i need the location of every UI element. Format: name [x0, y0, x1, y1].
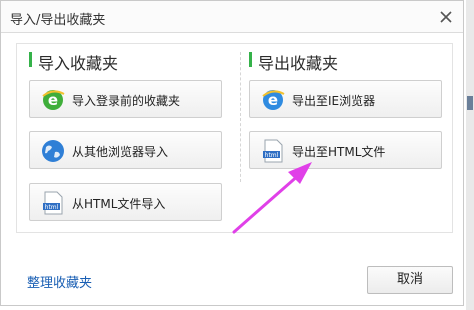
import-before-login-button[interactable]: e 导入登录前的收藏夹	[29, 80, 222, 118]
globe-icon	[42, 140, 64, 162]
section-divider	[240, 52, 241, 182]
import-html-button[interactable]: html 从HTML文件导入	[29, 183, 222, 221]
scrollbar-thumb	[467, 96, 473, 110]
import-other-browser-label: 从其他浏览器导入	[72, 145, 169, 159]
close-icon[interactable]	[437, 8, 455, 26]
manage-favorites-link[interactable]: 整理收藏夹	[27, 272, 92, 291]
favorites-import-export-dialog: 导入/导出收藏夹 导入收藏夹 e 导入登录前的收藏夹 从其他浏览器导入 html…	[0, 0, 464, 306]
html-file-icon: html	[43, 191, 63, 215]
content-panel: 导入收藏夹 e 导入登录前的收藏夹 从其他浏览器导入 html 从HTML文件导…	[16, 43, 453, 233]
svg-text:html: html	[45, 204, 59, 211]
cancel-button[interactable]: 取消	[367, 266, 453, 294]
svg-text:html: html	[265, 152, 279, 159]
import-other-browser-button[interactable]: 从其他浏览器导入	[29, 131, 222, 169]
ie-green-icon: e	[42, 90, 65, 110]
export-ie-label: 导出至IE浏览器	[292, 94, 376, 108]
title-bar: 导入/导出收藏夹	[1, 1, 463, 33]
export-section-title: 导出收藏夹	[249, 50, 338, 74]
html-file-icon: html	[263, 139, 283, 163]
export-html-button[interactable]: html 导出至HTML文件	[249, 131, 442, 169]
background-scrollbar	[466, 0, 474, 310]
export-html-label: 导出至HTML文件	[292, 145, 386, 159]
import-before-login-label: 导入登录前的收藏夹	[72, 94, 181, 108]
svg-text:e: e	[268, 91, 278, 109]
dialog-title: 导入/导出收藏夹	[10, 13, 106, 28]
import-html-label: 从HTML文件导入	[72, 197, 166, 211]
import-section-title: 导入收藏夹	[29, 50, 118, 74]
svg-text:e: e	[48, 91, 58, 109]
export-ie-button[interactable]: e 导出至IE浏览器	[249, 80, 442, 118]
ie-blue-icon: e	[262, 90, 285, 110]
